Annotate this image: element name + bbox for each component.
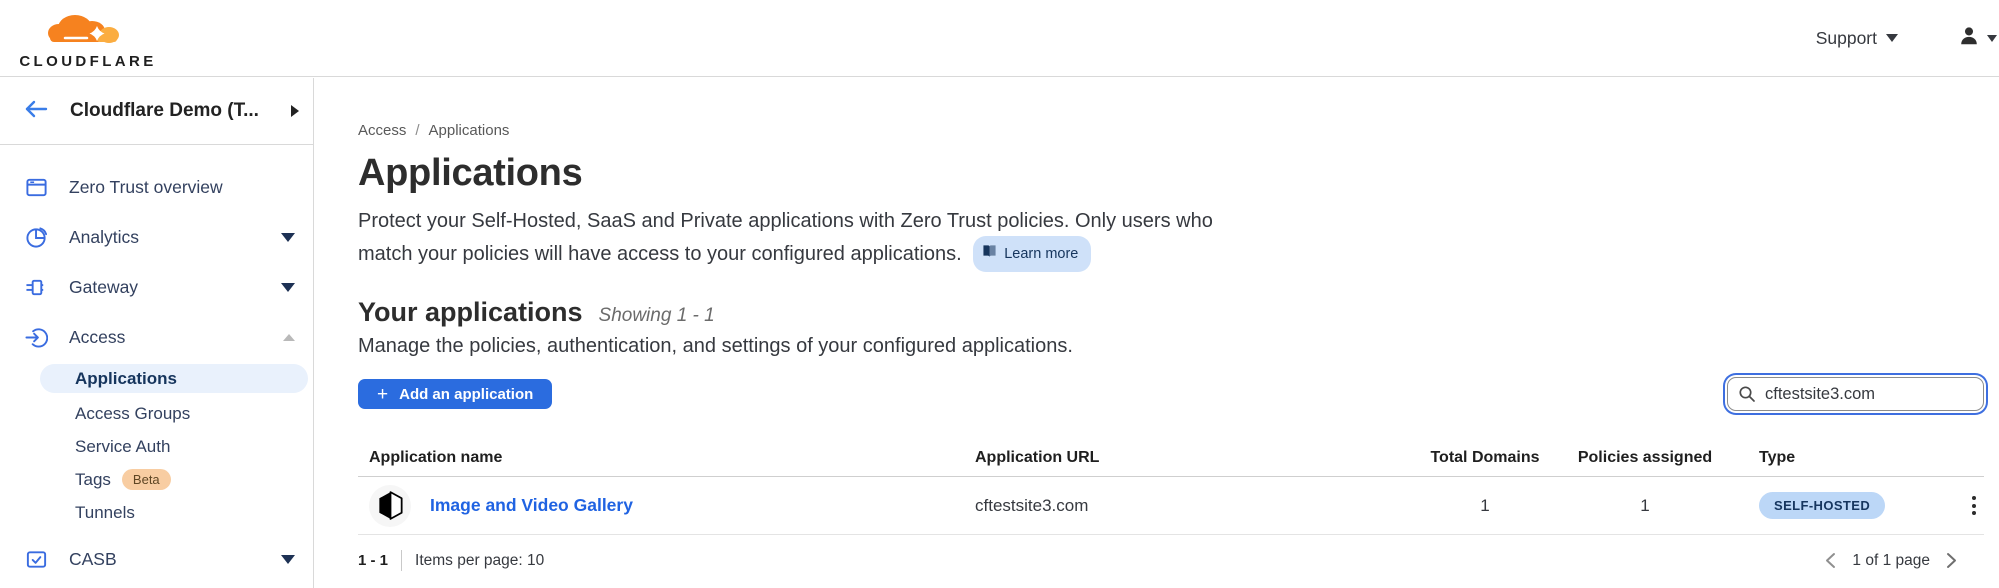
breadcrumb-access[interactable]: Access xyxy=(358,122,406,139)
search-box xyxy=(1727,377,1984,411)
chevron-down-icon xyxy=(1987,35,1997,42)
add-application-button[interactable]: + Add an application xyxy=(358,379,552,409)
sidebar-item-zero-trust-overview[interactable]: Zero Trust overview xyxy=(0,162,313,212)
column-header-application-name: Application name xyxy=(358,449,975,467)
policies-assigned-cell: 1 xyxy=(1555,496,1735,516)
sidebar-item-label: CASB xyxy=(69,549,281,570)
support-menu[interactable]: Support xyxy=(1816,28,1898,49)
access-login-icon xyxy=(25,326,48,349)
items-range: 1 - 1 xyxy=(358,552,388,569)
sidebar-subitem-label: Tunnels xyxy=(75,503,135,523)
sidebar-item-service-auth[interactable]: Service Auth xyxy=(0,430,313,463)
search-icon xyxy=(1738,385,1756,408)
sidebar-subitem-label: Tags xyxy=(75,470,111,490)
sidebar-item-tunnels[interactable]: Tunnels xyxy=(0,496,313,529)
total-domains-cell: 1 xyxy=(1415,496,1555,516)
column-header-total-domains: Total Domains xyxy=(1415,449,1555,467)
page-description: Protect your Self-Hosted, SaaS and Priva… xyxy=(358,206,1243,272)
sidebar: Cloudflare Demo (T... Zero Trust overvie… xyxy=(0,78,314,588)
section-header: Your applications Showing 1 - 1 xyxy=(358,297,1999,328)
page-status: 1 of 1 page xyxy=(1852,552,1930,570)
column-header-application-url: Application URL xyxy=(975,449,1415,467)
next-page-button[interactable] xyxy=(1943,550,1960,571)
sidebar-item-tags[interactable]: Tags Beta xyxy=(0,463,313,496)
applications-toolbar: + Add an application xyxy=(358,377,1984,411)
plus-icon: + xyxy=(377,385,388,404)
user-icon xyxy=(1958,25,1980,52)
chevron-down-icon xyxy=(1886,34,1898,42)
divider xyxy=(401,550,402,571)
page-title: Applications xyxy=(358,152,1999,195)
sidebar-item-label: Gateway xyxy=(69,277,281,298)
applications-table: Application name Application URL Total D… xyxy=(358,440,1984,535)
casb-check-icon xyxy=(25,548,48,571)
table-row: Image and Video Gallery cftestsite3.com … xyxy=(358,477,1984,535)
sidebar-item-label: Zero Trust overview xyxy=(69,177,295,198)
search-input[interactable] xyxy=(1727,377,1984,411)
column-header-policies-assigned: Policies assigned xyxy=(1555,449,1735,467)
chevron-down-icon[interactable] xyxy=(281,283,295,292)
main-content: Access / Applications Applications Prote… xyxy=(315,78,1999,588)
section-subtext: Manage the policies, authentication, and… xyxy=(358,335,1999,358)
sidebar-nav: Zero Trust overview Analytics xyxy=(0,145,313,584)
chevron-up-icon[interactable] xyxy=(283,334,295,341)
learn-more-label: Learn more xyxy=(1004,239,1078,269)
learn-more-button[interactable]: Learn more xyxy=(973,236,1091,272)
book-icon xyxy=(982,239,997,269)
breadcrumb-applications[interactable]: Applications xyxy=(429,122,510,139)
breadcrumb-separator: / xyxy=(415,122,419,139)
top-bar: CLOUDFLARE Support xyxy=(0,0,1999,77)
pagination-bar: 1 - 1 Items per page: 10 1 of 1 page xyxy=(358,550,1984,571)
application-cube-icon xyxy=(369,485,411,527)
application-url-cell: cftestsite3.com xyxy=(975,496,1415,516)
column-header-type: Type xyxy=(1735,449,1946,467)
sidebar-subitem-label: Access Groups xyxy=(75,404,190,424)
gateway-icon xyxy=(25,276,48,299)
access-subnav: Applications Access Groups Service Auth … xyxy=(0,364,313,529)
items-per-page-select[interactable]: Items per page: 10 xyxy=(415,552,544,570)
previous-page-button[interactable] xyxy=(1822,550,1839,571)
sidebar-item-analytics[interactable]: Analytics xyxy=(0,212,313,262)
account-switcher[interactable]: Cloudflare Demo (T... xyxy=(0,78,313,145)
type-badge: SELF-HOSTED xyxy=(1759,492,1885,519)
breadcrumb: Access / Applications xyxy=(358,122,1999,139)
chevron-down-icon[interactable] xyxy=(281,233,295,242)
back-arrow-icon[interactable] xyxy=(24,99,48,124)
overview-window-icon xyxy=(25,176,48,199)
sidebar-item-casb[interactable]: CASB xyxy=(0,534,313,584)
sidebar-subitem-label: Service Auth xyxy=(75,437,170,457)
sidebar-item-applications[interactable]: Applications xyxy=(40,364,308,393)
section-title: Your applications xyxy=(358,297,583,328)
support-label: Support xyxy=(1816,28,1877,49)
chevron-right-icon[interactable] xyxy=(291,105,299,117)
account-name: Cloudflare Demo (T... xyxy=(70,100,291,122)
sidebar-item-label: Analytics xyxy=(69,227,281,248)
sidebar-item-access[interactable]: Access xyxy=(0,312,313,362)
application-name-link[interactable]: Image and Video Gallery xyxy=(430,495,633,516)
beta-badge: Beta xyxy=(122,469,171,490)
user-menu[interactable] xyxy=(1958,25,1997,52)
cloudflare-logo-text: CLOUDFLARE xyxy=(19,53,156,70)
row-actions-kebab-button[interactable] xyxy=(1964,490,1984,521)
sidebar-subitem-label: Applications xyxy=(75,369,177,389)
showing-count: Showing 1 - 1 xyxy=(599,305,715,327)
cloudflare-cloud-icon xyxy=(35,7,141,52)
add-application-label: Add an application xyxy=(399,386,533,403)
analytics-pie-icon xyxy=(25,226,48,249)
table-header-row: Application name Application URL Total D… xyxy=(358,440,1984,477)
sidebar-item-label: Access xyxy=(69,327,283,348)
cloudflare-logo: CLOUDFLARE xyxy=(14,7,162,70)
chevron-down-icon[interactable] xyxy=(281,555,295,564)
sidebar-item-gateway[interactable]: Gateway xyxy=(0,262,313,312)
sidebar-item-access-groups[interactable]: Access Groups xyxy=(0,397,313,430)
